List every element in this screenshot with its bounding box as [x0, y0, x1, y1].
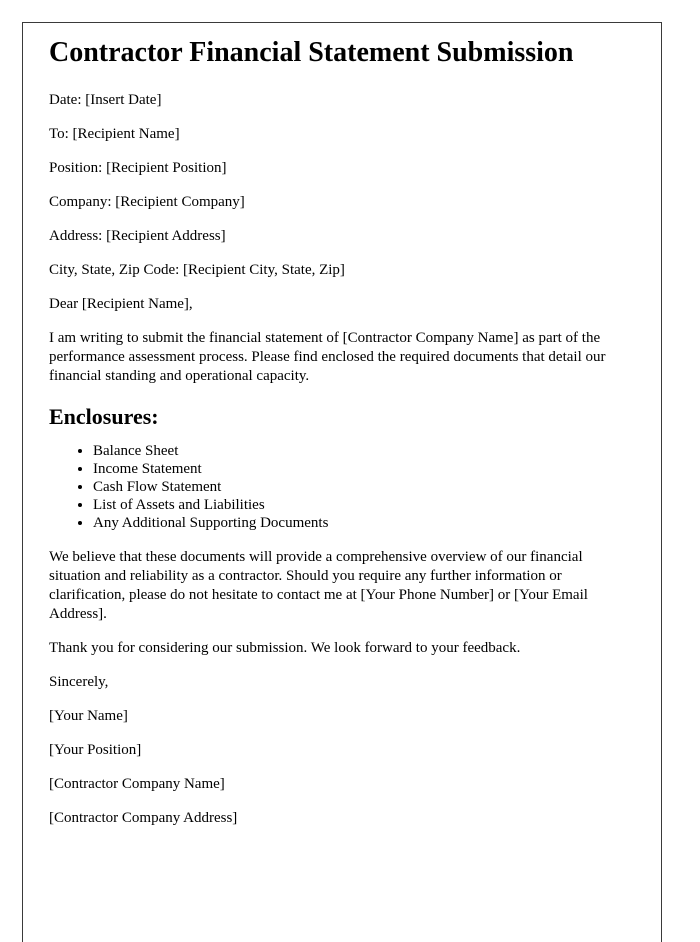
- field-recipient-position: Position: [Recipient Position]: [49, 160, 227, 176]
- field-recipient-city-state-zip: City, State, Zip Code: [Recipient City, …: [49, 262, 345, 278]
- signature-company-name: [Contractor Company Name]: [49, 776, 225, 792]
- enclosures-list: Balance Sheet Income Statement Cash Flow…: [49, 442, 629, 532]
- closing-paragraph: We believe that these documents will pro…: [49, 549, 588, 622]
- signature-your-position: [Your Position]: [49, 742, 142, 758]
- signature-your-name: [Your Name]: [49, 708, 128, 724]
- list-item: Cash Flow Statement: [93, 478, 629, 496]
- list-item: Balance Sheet: [93, 442, 629, 460]
- field-recipient-address: Address: [Recipient Address]: [49, 228, 226, 244]
- thanks-paragraph: Thank you for considering our submission…: [49, 640, 521, 656]
- field-recipient-name: To: [Recipient Name]: [49, 126, 180, 142]
- field-recipient-company: Company: [Recipient Company]: [49, 194, 245, 210]
- opening-paragraph: I am writing to submit the financial sta…: [49, 330, 606, 384]
- salutation: Dear [Recipient Name],: [49, 296, 193, 312]
- list-item: Income Statement: [93, 460, 629, 478]
- enclosures-heading: Enclosures:: [49, 404, 159, 429]
- list-item: Any Additional Supporting Documents: [93, 514, 629, 532]
- field-date: Date: [Insert Date]: [49, 92, 162, 108]
- page-title: Contractor Financial Statement Submissio…: [49, 37, 574, 68]
- signature-company-address: [Contractor Company Address]: [49, 810, 238, 826]
- list-item: List of Assets and Liabilities: [93, 496, 629, 514]
- document-page-frame: Contractor Financial Statement Submissio…: [22, 22, 662, 942]
- document-body: Contractor Financial Statement Submissio…: [49, 37, 629, 843]
- signoff: Sincerely,: [49, 674, 109, 690]
